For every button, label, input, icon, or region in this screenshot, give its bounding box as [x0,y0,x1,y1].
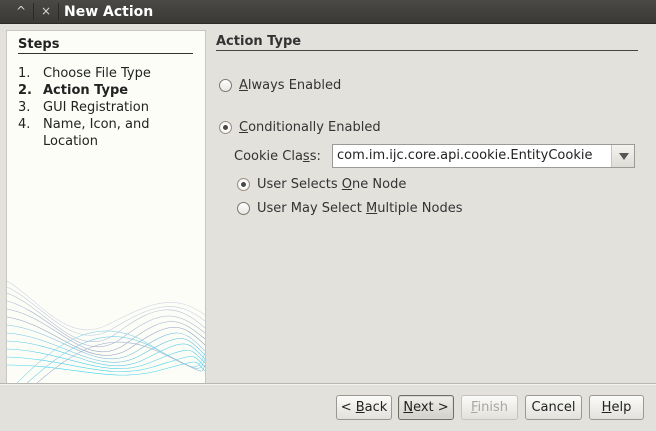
step-item-current: 2. Action Type [18,82,198,99]
finish-button: Finish [461,395,518,420]
content-panel: Action Type [216,34,640,51]
help-button[interactable]: Help [589,395,644,420]
step-label: Name, Icon, and Location [43,117,150,149]
one-node-option[interactable]: User Selects One Node [237,177,406,192]
back-button[interactable]: < Back [336,395,392,420]
decorative-wave-graphic [7,280,205,383]
title-bar: ^ × New Action [0,0,656,24]
always-enabled-radio[interactable] [219,79,232,92]
step-number: 1. [18,66,31,81]
always-enabled-label: Always Enabled [239,78,342,93]
conditionally-enabled-radio[interactable] [219,121,232,134]
always-enabled-option[interactable]: Always Enabled [219,78,341,93]
step-item: 3. GUI Registration [18,99,198,116]
cookie-class-combobox[interactable]: com.im.ijc.core.api.cookie.EntityCookie [332,144,635,168]
one-node-label: User Selects One Node [257,177,407,192]
conditionally-enabled-label: Conditionally Enabled [239,120,381,135]
step-number: 2. [18,83,32,98]
minimize-icon[interactable]: ^ [12,3,30,20]
cookie-class-value[interactable]: com.im.ijc.core.api.cookie.EntityCookie [337,148,592,163]
step-item: 4. Name, Icon, and Location [18,116,198,150]
step-number: 4. [18,117,31,132]
close-icon[interactable]: × [37,3,55,20]
steps-heading: Steps [18,37,193,54]
panel-title: Action Type [216,34,638,51]
combo-dropdown-button[interactable] [611,145,634,167]
cookie-class-label: Cookie Class: [234,149,321,164]
cancel-button[interactable]: Cancel [525,395,582,420]
multiple-nodes-label: User May Select Multiple Nodes [257,201,463,216]
step-label: Choose File Type [43,66,151,81]
steps-panel: Steps 1. Choose File Type 2. Action Type… [6,30,206,384]
footer-divider-highlight [0,384,656,385]
conditionally-enabled-option[interactable]: Conditionally Enabled [219,120,381,135]
step-label: GUI Registration [43,100,149,115]
steps-list: 1. Choose File Type 2. Action Type 3. GU… [18,65,198,150]
title-bar-divider [33,3,34,20]
title-bar-divider [58,3,59,20]
next-button[interactable]: Next > [398,395,454,420]
multiple-nodes-option[interactable]: User May Select Multiple Nodes [237,201,463,216]
step-item: 1. Choose File Type [18,65,198,82]
step-label: Action Type [43,83,129,98]
step-number: 3. [18,100,31,115]
window-title: New Action [64,4,154,20]
new-action-dialog: ^ × New Action Steps 1. Choose File Type… [0,0,656,431]
triangle-down-icon [619,153,629,160]
one-node-radio[interactable] [237,178,250,191]
multiple-nodes-radio[interactable] [237,202,250,215]
